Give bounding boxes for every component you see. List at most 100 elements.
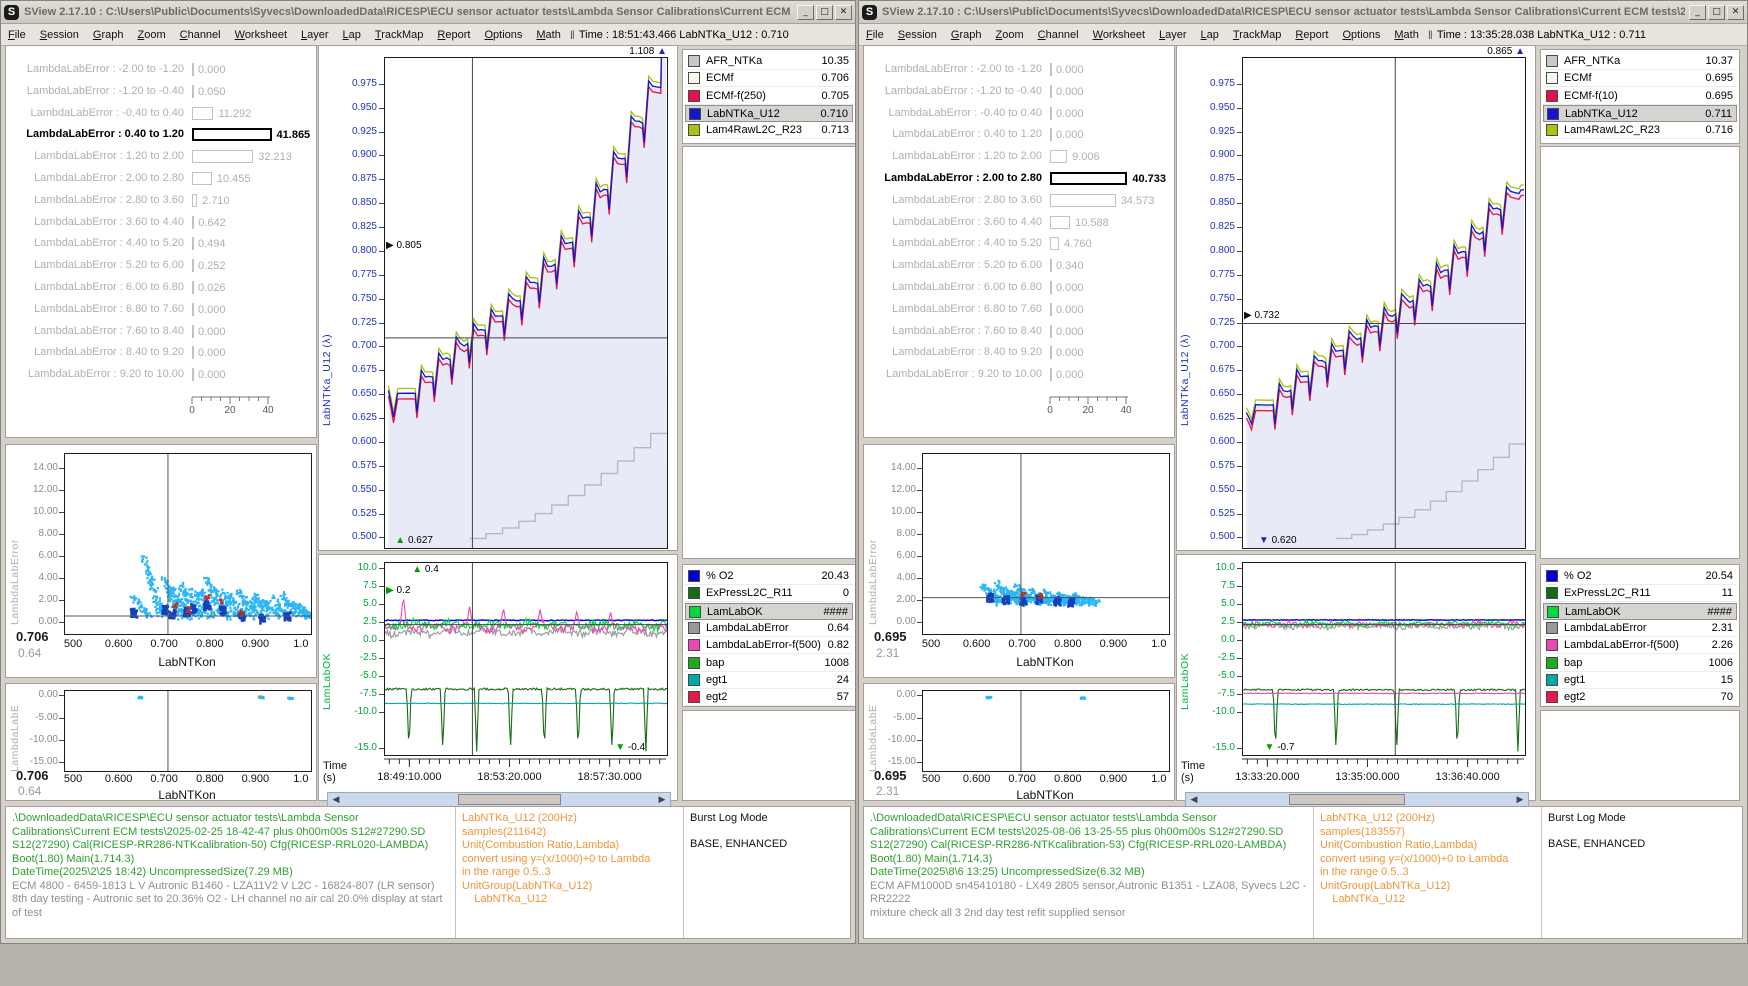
legend-row[interactable]: egt257 [685, 689, 853, 706]
menu-item-layer[interactable]: Layer [1152, 27, 1194, 43]
legend-row[interactable]: egt124 [685, 672, 853, 689]
legend-row[interactable]: LambdaLabError-f(500)2.26 [1543, 637, 1737, 654]
scroll-right-arrow[interactable]: ▶ [1513, 793, 1527, 806]
close-button[interactable]: ✕ [1727, 5, 1744, 20]
histogram-row[interactable]: LambdaLabError : 0.40 to 1.200.000 [864, 125, 1174, 145]
menu-item-math[interactable]: Math [529, 27, 567, 43]
legend-row[interactable]: AFR_NTKa10.37 [1543, 53, 1737, 70]
legend-row[interactable]: % O220.43 [685, 568, 853, 585]
legend-row[interactable]: ExPressL2C_R110 [685, 585, 853, 602]
scroll-left-arrow[interactable]: ◀ [1187, 793, 1201, 806]
menu-item-worksheet[interactable]: Worksheet [1086, 27, 1152, 43]
legend-row[interactable]: LambdaLabError2.31 [1543, 620, 1737, 637]
histogram-row[interactable]: LambdaLabError : 8.40 to 9.200.000 [6, 343, 316, 363]
histogram-row[interactable]: LambdaLabError : -2.00 to -1.200.000 [864, 60, 1174, 80]
time-scrollbar[interactable]: ◀▶ [327, 792, 671, 807]
menu-item-session[interactable]: Session [33, 27, 86, 43]
time-scrollbar[interactable]: ◀▶ [1185, 792, 1529, 807]
legend-row[interactable]: LambdaLabError0.64 [685, 620, 853, 637]
menu-item-file[interactable]: File [859, 27, 891, 43]
scroll-thumb[interactable] [1289, 794, 1405, 805]
menu-item-report[interactable]: Report [430, 27, 477, 43]
menu-item-trackmap[interactable]: TrackMap [1226, 27, 1289, 43]
legend-row[interactable]: % O220.54 [1543, 568, 1737, 585]
histogram-row[interactable]: LambdaLabError : 4.40 to 5.200.494 [6, 234, 316, 254]
histogram-row[interactable]: LambdaLabError : -1.20 to -0.400.050 [6, 82, 316, 102]
legend-row[interactable]: LamLabOK#### [685, 603, 853, 620]
scroll-left-arrow[interactable]: ◀ [329, 793, 343, 806]
minimize-button[interactable]: _ [1689, 5, 1706, 20]
minimize-button[interactable]: _ [797, 5, 814, 20]
menu-item-channel[interactable]: Channel [1031, 27, 1086, 43]
menu-item-zoom[interactable]: Zoom [130, 27, 172, 43]
close-button[interactable]: ✕ [835, 5, 852, 20]
menu-item-report[interactable]: Report [1288, 27, 1335, 43]
histogram-row[interactable]: LambdaLabError : 2.80 to 3.6034.573 [864, 191, 1174, 211]
menu-item-channel[interactable]: Channel [173, 27, 228, 43]
menu-item-layer[interactable]: Layer [294, 27, 336, 43]
maximize-button[interactable]: □ [816, 5, 833, 20]
histogram-row[interactable]: LambdaLabError : -1.20 to -0.400.000 [864, 82, 1174, 102]
histogram-row[interactable]: LambdaLabError : 1.20 to 2.0032.213 [6, 147, 316, 167]
histogram-row[interactable]: LambdaLabError : 2.80 to 3.602.710 [6, 191, 316, 211]
histogram-row[interactable]: LambdaLabError : 6.80 to 7.600.000 [6, 300, 316, 320]
menu-item-graph[interactable]: Graph [86, 27, 131, 43]
scatter1-plot[interactable] [64, 453, 312, 635]
lamlab-plot[interactable] [1242, 562, 1526, 756]
legend-row[interactable]: ExPressL2C_R1111 [1543, 585, 1737, 602]
histogram-row[interactable]: LambdaLabError : 9.20 to 10.000.000 [864, 365, 1174, 385]
scatter2-plot[interactable] [64, 690, 312, 772]
histogram-row[interactable]: LambdaLabError : 4.40 to 5.204.760 [864, 234, 1174, 254]
maximize-button[interactable]: □ [1708, 5, 1725, 20]
legend-row[interactable]: bap1008 [685, 655, 853, 672]
histogram-row[interactable]: LambdaLabError : 9.20 to 10.000.000 [6, 365, 316, 385]
menu-item-trackmap[interactable]: TrackMap [368, 27, 431, 43]
menu-item-math[interactable]: Math [1387, 27, 1425, 43]
window-titlebar[interactable]: S SView 2.17.10 : C:\Users\Public\Docume… [859, 1, 1747, 24]
histogram-row[interactable]: LambdaLabError : 5.20 to 6.000.340 [864, 256, 1174, 276]
histogram-row[interactable]: LambdaLabError : 3.60 to 4.400.642 [6, 213, 316, 233]
lamlab-plot[interactable] [384, 562, 668, 756]
legend-row[interactable]: ECMf0.706 [685, 70, 853, 87]
scatter1-plot[interactable] [922, 453, 1170, 635]
menu-item-graph[interactable]: Graph [944, 27, 989, 43]
histogram-row[interactable]: LambdaLabError : -0.40 to 0.400.000 [864, 104, 1174, 124]
menu-item-lap[interactable]: Lap [1194, 27, 1226, 43]
histogram-row[interactable]: LambdaLabError : 2.00 to 2.8040.733 [864, 169, 1174, 189]
histogram-row[interactable]: LambdaLabError : 6.00 to 6.800.026 [6, 278, 316, 298]
histogram-row[interactable]: LambdaLabError : 8.40 to 9.200.000 [864, 343, 1174, 363]
legend-row[interactable]: ECMf-f(250)0.705 [685, 88, 853, 105]
legend-row[interactable]: ECMf-f(10)0.695 [1543, 88, 1737, 105]
histogram-row[interactable]: LambdaLabError : 7.60 to 8.400.000 [6, 322, 316, 342]
legend-row[interactable]: Lam4RawL2C_R230.716 [1543, 122, 1737, 139]
legend-row[interactable]: egt270 [1543, 689, 1737, 706]
menu-item-session[interactable]: Session [891, 27, 944, 43]
legend-row[interactable]: LabNTKa_U120.711 [1543, 105, 1737, 122]
legend-row[interactable]: Lam4RawL2C_R230.713 [685, 122, 853, 139]
histogram-row[interactable]: LambdaLabError : 3.60 to 4.4010.588 [864, 213, 1174, 233]
histogram-row[interactable]: LambdaLabError : 6.80 to 7.600.000 [864, 300, 1174, 320]
scroll-thumb[interactable] [458, 794, 561, 805]
legend-row[interactable]: ECMf0.695 [1543, 70, 1737, 87]
legend-row[interactable]: LabNTKa_U120.710 [685, 105, 853, 122]
histogram-row[interactable]: LambdaLabError : -0.40 to 0.4011.292 [6, 104, 316, 124]
histogram-row[interactable]: LambdaLabError : 5.20 to 6.000.252 [6, 256, 316, 276]
scatter2-plot[interactable] [922, 690, 1170, 772]
legend-row[interactable]: egt115 [1543, 672, 1737, 689]
menu-item-file[interactable]: File [1, 27, 33, 43]
histogram-row[interactable]: LambdaLabError : 2.00 to 2.8010.455 [6, 169, 316, 189]
legend-row[interactable]: bap1006 [1543, 655, 1737, 672]
window-titlebar[interactable]: S SView 2.17.10 : C:\Users\Public\Docume… [1, 1, 855, 24]
lambda-chart-plot[interactable] [384, 57, 668, 549]
lambda-chart-plot[interactable] [1242, 57, 1526, 549]
menu-item-options[interactable]: Options [1335, 27, 1387, 43]
menu-item-zoom[interactable]: Zoom [988, 27, 1030, 43]
legend-row[interactable]: LamLabOK#### [1543, 603, 1737, 620]
histogram-row[interactable]: LambdaLabError : 1.20 to 2.009.006 [864, 147, 1174, 167]
scroll-right-arrow[interactable]: ▶ [655, 793, 669, 806]
menu-item-options[interactable]: Options [477, 27, 529, 43]
menu-item-worksheet[interactable]: Worksheet [228, 27, 294, 43]
menu-item-lap[interactable]: Lap [336, 27, 368, 43]
histogram-row[interactable]: LambdaLabError : 7.60 to 8.400.000 [864, 322, 1174, 342]
histogram-row[interactable]: LambdaLabError : -2.00 to -1.200.000 [6, 60, 316, 80]
